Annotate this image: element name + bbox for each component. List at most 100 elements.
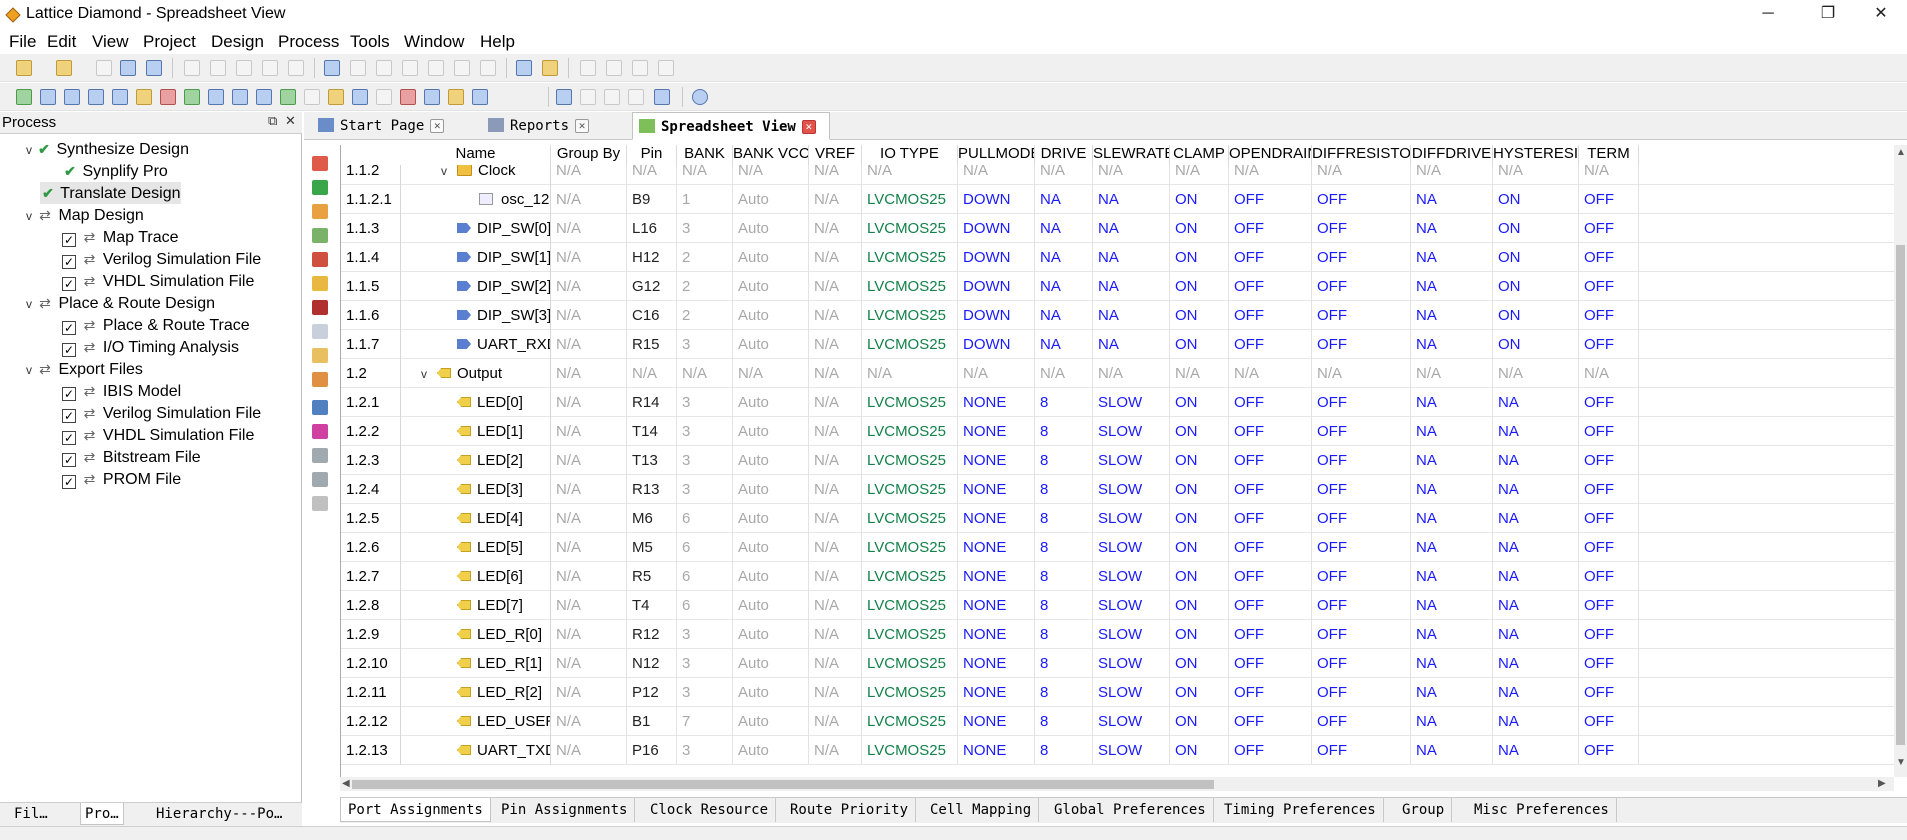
column-header[interactable]: Group By	[551, 145, 627, 165]
cell-opendrain[interactable]: OFF	[1229, 243, 1312, 272]
process-item[interactable]: ✔ Translate Design	[40, 182, 181, 204]
cell-pullmode[interactable]: DOWN	[958, 272, 1035, 301]
process-item[interactable]: ✓ ⇄ IBIS Model	[62, 380, 181, 402]
cell-term[interactable]: OFF	[1579, 330, 1639, 359]
save-icon[interactable]	[96, 60, 112, 76]
table-row[interactable]: 1.2.2 LED[1] N/A T14 3 Auto N/A LVCMOS25 NONE 8 SL…	[341, 417, 1894, 446]
cell-diffdrive[interactable]: N/A	[1411, 359, 1493, 388]
cell-diffresistor[interactable]: OFF	[1312, 446, 1411, 475]
tab-process[interactable]: Pro…	[80, 803, 124, 825]
analyzer-icon[interactable]	[256, 89, 272, 105]
cell-opendrain[interactable]: OFF	[1229, 272, 1312, 301]
close-tab-icon[interactable]: ✕	[801, 120, 816, 134]
zoom-area-icon[interactable]	[480, 60, 496, 76]
cell-io-type[interactable]: LVCMOS25	[862, 620, 958, 649]
cell-diffresistor[interactable]: OFF	[1312, 736, 1411, 765]
checkbox[interactable]: ✓	[62, 431, 76, 445]
port-name-cell[interactable]: LED[4]	[401, 504, 551, 533]
group-tool-icon[interactable]	[312, 300, 328, 315]
cell-drive[interactable]: NA	[1035, 185, 1093, 214]
port-name-cell[interactable]: LED[1]	[401, 417, 551, 446]
cell-diffresistor[interactable]: OFF	[1312, 301, 1411, 330]
cell-pullmode[interactable]: N/A	[958, 165, 1035, 185]
cell-hysteresis[interactable]: N/A	[1493, 165, 1579, 185]
cell-pullmode[interactable]: DOWN	[958, 214, 1035, 243]
cell-io-type[interactable]: LVCMOS25	[862, 272, 958, 301]
port-name-cell[interactable]: LED[6]	[401, 562, 551, 591]
cell-pullmode[interactable]: DOWN	[958, 243, 1035, 272]
process-item[interactable]: v ⇄ Map Design	[22, 204, 144, 226]
cell-clamp[interactable]: ON	[1170, 185, 1229, 214]
cell-hysteresis[interactable]: ON	[1493, 185, 1579, 214]
cell-group-by[interactable]: N/A	[551, 707, 627, 736]
disabled-tool-icon[interactable]	[312, 496, 328, 511]
cell-pin[interactable]: B9	[627, 185, 677, 214]
cell-term[interactable]: OFF	[1579, 736, 1639, 765]
cell-diffdrive[interactable]: NA	[1411, 243, 1493, 272]
cell-vref[interactable]: N/A	[809, 736, 862, 765]
cell-drive[interactable]: 8	[1035, 620, 1093, 649]
table-row[interactable]: 1.2 v Output N/A N/A N/A N/A N/A N/A N/A N/A N/A N/A…	[341, 359, 1894, 388]
cell-term[interactable]: OFF	[1579, 620, 1639, 649]
expand-chevron-icon[interactable]: v	[437, 165, 451, 185]
cell-pullmode[interactable]: NONE	[958, 620, 1035, 649]
cell-pin[interactable]: N/A	[627, 165, 677, 185]
cell-opendrain[interactable]: OFF	[1229, 214, 1312, 243]
cell-hysteresis[interactable]: NA	[1493, 678, 1579, 707]
checkbox[interactable]: ✓	[62, 453, 76, 467]
find-in-files-icon[interactable]	[350, 60, 366, 76]
cell-io-type[interactable]: LVCMOS25	[862, 736, 958, 765]
cell-slewrate[interactable]: NA	[1093, 185, 1170, 214]
minimize-button[interactable]: ─	[1745, 0, 1791, 30]
port-name-cell[interactable]: DIP_SW[3]	[401, 301, 551, 330]
checkbox[interactable]: ✓	[62, 343, 76, 357]
cell-term[interactable]: OFF	[1579, 214, 1639, 243]
wand-icon[interactable]	[448, 89, 464, 105]
cell-drive[interactable]: 8	[1035, 562, 1093, 591]
cell-term[interactable]: OFF	[1579, 272, 1639, 301]
cell-bank-vcc[interactable]: Auto	[733, 736, 809, 765]
cell-io-type[interactable]: LVCMOS25	[862, 562, 958, 591]
undo-icon[interactable]	[184, 60, 200, 76]
save-all-icon[interactable]	[120, 60, 136, 76]
column-header[interactable]: Name	[401, 145, 551, 165]
tab-clock-resource[interactable]: Clock Resource	[643, 798, 777, 822]
cell-drive[interactable]: 8	[1035, 736, 1093, 765]
scroll-up-icon[interactable]: ▲	[1896, 147, 1906, 158]
cell-opendrain[interactable]: OFF	[1229, 185, 1312, 214]
process-item[interactable]: v ✔ Synthesize Design	[22, 138, 189, 160]
cell-pin[interactable]: R12	[627, 620, 677, 649]
cell-pin[interactable]: N12	[627, 649, 677, 678]
cell-group-by[interactable]: N/A	[551, 446, 627, 475]
column-header[interactable]: BANK	[677, 145, 733, 165]
cell-diffresistor[interactable]: OFF	[1312, 649, 1411, 678]
cell-diffresistor[interactable]: OFF	[1312, 185, 1411, 214]
column-header[interactable]: DIFFDRIVE	[1411, 145, 1493, 165]
cell-slewrate[interactable]: NA	[1093, 243, 1170, 272]
tab-files[interactable]: Fil…	[14, 806, 48, 822]
cell-vref[interactable]: N/A	[809, 243, 862, 272]
cell-hysteresis[interactable]: NA	[1493, 562, 1579, 591]
cell-hysteresis[interactable]: NA	[1493, 591, 1579, 620]
cell-vref[interactable]: N/A	[809, 165, 862, 185]
table-row[interactable]: 1.2.11 LED_R[2] N/A P12 3 Auto N/A LVCMOS25 NONE…	[341, 678, 1894, 707]
cell-drive[interactable]: N/A	[1035, 359, 1093, 388]
expand-chevron-icon[interactable]: v	[22, 293, 36, 315]
cell-pin[interactable]: M5	[627, 533, 677, 562]
table-row[interactable]: 1.2.3 LED[2] N/A T13 3 Auto N/A LVCMOS25 NONE 8 SL…	[341, 446, 1894, 475]
port-name-cell[interactable]: osc_12MHz	[401, 185, 551, 214]
cell-bank[interactable]: 3	[677, 736, 733, 765]
cell-clamp[interactable]: ON	[1170, 330, 1229, 359]
float-icon[interactable]: ⧉	[268, 113, 277, 129]
cell-diffdrive[interactable]: NA	[1411, 417, 1493, 446]
cell-pullmode[interactable]: DOWN	[958, 301, 1035, 330]
process-item[interactable]: ✓ ⇄ Bitstream File	[62, 446, 201, 468]
cell-diffdrive[interactable]: NA	[1411, 301, 1493, 330]
cell-slewrate[interactable]: SLOW	[1093, 707, 1170, 736]
cell-pin[interactable]: G12	[627, 272, 677, 301]
cell-drive[interactable]: 8	[1035, 533, 1093, 562]
tab-spreadsheet-view[interactable]: Spreadsheet View ✕	[632, 112, 830, 140]
cell-bank-vcc[interactable]: Auto	[733, 330, 809, 359]
column-header[interactable]: DIFFRESISTOR	[1312, 145, 1411, 165]
cell-diffresistor[interactable]: OFF	[1312, 678, 1411, 707]
